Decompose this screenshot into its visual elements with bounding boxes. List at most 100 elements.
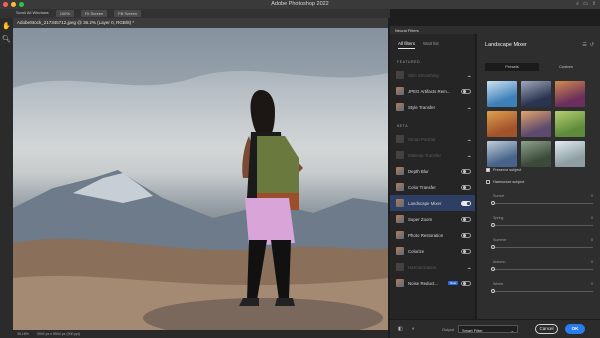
- filter-item[interactable]: Style Transfer ☁: [390, 99, 475, 115]
- slider-knob[interactable]: [491, 201, 495, 205]
- info-icon[interactable]: ☰: [582, 42, 586, 48]
- filter-thumbnail-icon: [396, 167, 404, 175]
- zoom-readout[interactable]: 36.18%: [17, 332, 29, 336]
- slider-value: 0: [591, 216, 593, 220]
- filter-item[interactable]: Landscape Mixer: [390, 195, 475, 211]
- filter-item[interactable]: Colorize: [390, 243, 475, 259]
- preserve-subject-row[interactable]: Preserve subject: [486, 168, 521, 172]
- slider-knob[interactable]: [491, 267, 495, 271]
- search-icon[interactable]: ⌕: [576, 1, 579, 7]
- preserve-subject-checkbox[interactable]: [486, 168, 490, 172]
- slider-track[interactable]: [491, 200, 593, 206]
- preset-thumbnail[interactable]: [487, 111, 517, 137]
- filter-toggle[interactable]: [461, 88, 471, 94]
- featured-section-label: FEATURED: [397, 60, 421, 64]
- filter-item[interactable]: Depth Blur: [390, 163, 475, 179]
- options-item[interactable]: Scroll All Windows: [16, 10, 49, 17]
- preset-thumbnail[interactable]: [555, 111, 585, 137]
- slider-track[interactable]: [491, 288, 593, 294]
- filter-item[interactable]: Skin Smoothing ☁: [390, 67, 475, 83]
- neural-filters-list: All filters Wait list FEATURED Skin Smoo…: [390, 34, 476, 338]
- filter-item[interactable]: Color Transfer: [390, 179, 475, 195]
- neural-filters-footer: ◧ ◐ Output Smart Filter ⌄ Cancel OK: [390, 319, 600, 338]
- slider-autumn[interactable]: Autumn 0: [491, 260, 593, 272]
- cancel-button[interactable]: Cancel: [535, 324, 558, 334]
- filter-item[interactable]: Noise Reduct... New: [390, 275, 475, 291]
- output-value: Smart Filter: [462, 327, 483, 333]
- filter-thumbnail-icon: [396, 103, 404, 111]
- preserve-subject-label: Preserve subject: [493, 168, 522, 172]
- cloud-download-icon[interactable]: ☁: [467, 73, 471, 78]
- options-item[interactable]: Fit Screen: [80, 10, 108, 17]
- slider-knob[interactable]: [491, 245, 495, 249]
- filter-item[interactable]: Smart Portrait ☁: [390, 131, 475, 147]
- filter-toggle[interactable]: [461, 248, 471, 254]
- layer-stack-icon[interactable]: ◧: [398, 326, 403, 332]
- filter-item[interactable]: Photo Restoration: [390, 227, 475, 243]
- preset-thumbnail[interactable]: [521, 111, 551, 137]
- preset-thumbnail[interactable]: [555, 81, 585, 107]
- harmonize-subject-checkbox[interactable]: [486, 180, 490, 184]
- filter-thumbnail-icon: [396, 199, 404, 207]
- cloud-download-icon[interactable]: ☁: [467, 105, 471, 110]
- filter-thumbnail-icon: [396, 215, 404, 223]
- preset-thumbnail[interactable]: [521, 81, 551, 107]
- harmonize-subject-row[interactable]: Harmonize subject: [486, 180, 524, 184]
- slider-value: 0: [591, 260, 593, 264]
- tab-wait-list[interactable]: Wait list: [423, 41, 439, 49]
- slider-track[interactable]: [491, 222, 593, 228]
- filter-item[interactable]: Super Zoom: [390, 211, 475, 227]
- filter-detail-panel: Landscape Mixer ☰ ↺ Presets Custom Prese…: [477, 34, 600, 319]
- tab-all-filters[interactable]: All filters: [398, 41, 416, 49]
- filter-toggle[interactable]: [461, 232, 471, 238]
- filter-thumbnail-icon: [396, 263, 404, 271]
- slider-track[interactable]: [491, 244, 593, 250]
- filter-thumbnail-icon: [396, 247, 404, 255]
- hand-tool-icon[interactable]: ✋: [2, 22, 11, 31]
- slider-winter[interactable]: Winter 0: [491, 282, 593, 294]
- filter-item[interactable]: Makeup Transfer ☁: [390, 147, 475, 163]
- options-item[interactable]: Fill Screen: [114, 10, 142, 17]
- options-item[interactable]: 100%: [55, 10, 74, 17]
- document-canvas[interactable]: [13, 28, 388, 330]
- slider-knob[interactable]: [491, 289, 495, 293]
- filter-title: Landscape Mixer: [485, 42, 527, 48]
- cloud-download-icon[interactable]: ☁: [467, 153, 471, 158]
- segment-presets[interactable]: Presets: [485, 63, 539, 71]
- chevron-down-icon: ⌄: [510, 327, 514, 333]
- filter-label: Super Zoom: [408, 216, 433, 222]
- preview-toggle-icon[interactable]: ◐: [412, 326, 415, 332]
- filter-toggle[interactable]: [461, 216, 471, 222]
- filter-toggle[interactable]: [461, 280, 471, 286]
- reset-icon[interactable]: ↺: [590, 42, 594, 48]
- filter-label: Colorize: [408, 248, 425, 254]
- preset-thumbnail[interactable]: [487, 81, 517, 107]
- share-icon[interactable]: ⇧: [592, 1, 596, 7]
- output-select[interactable]: Smart Filter ⌄: [458, 325, 518, 333]
- cloud-download-icon[interactable]: ☁: [467, 265, 471, 270]
- filter-label: Smart Portrait: [408, 136, 436, 142]
- cloud-download-icon[interactable]: ☁: [467, 137, 471, 142]
- preset-thumbnail[interactable]: [487, 141, 517, 167]
- tools-panel: ✋ 🔍︎: [0, 18, 13, 338]
- filter-toggle[interactable]: [461, 168, 471, 174]
- filter-toggle[interactable]: [461, 200, 471, 206]
- workspace-icon[interactable]: ▭: [583, 1, 588, 7]
- slider-value: 0: [591, 238, 593, 242]
- slider-value: 0: [591, 194, 593, 198]
- preset-thumbnail[interactable]: [521, 141, 551, 167]
- preset-thumbnail[interactable]: [555, 141, 585, 167]
- slider-track[interactable]: [491, 266, 593, 272]
- document-tab[interactable]: AdobeStock_217345712.jpeg @ 36.2% (Layer…: [13, 18, 388, 28]
- filter-thumbnail-icon: [396, 87, 404, 95]
- segment-custom[interactable]: Custom: [539, 63, 593, 71]
- filter-toggle[interactable]: [461, 184, 471, 190]
- slider-summer[interactable]: Summer 0: [491, 238, 593, 250]
- slider-spring[interactable]: Spring 0: [491, 216, 593, 228]
- zoom-tool-icon[interactable]: 🔍︎: [2, 35, 11, 44]
- slider-sunset[interactable]: Sunset 0: [491, 194, 593, 206]
- filter-item[interactable]: JPEG Artifacts Rem...: [390, 83, 475, 99]
- filter-item[interactable]: Harmonization ☁: [390, 259, 475, 275]
- slider-knob[interactable]: [491, 223, 495, 227]
- ok-button[interactable]: OK: [565, 324, 585, 334]
